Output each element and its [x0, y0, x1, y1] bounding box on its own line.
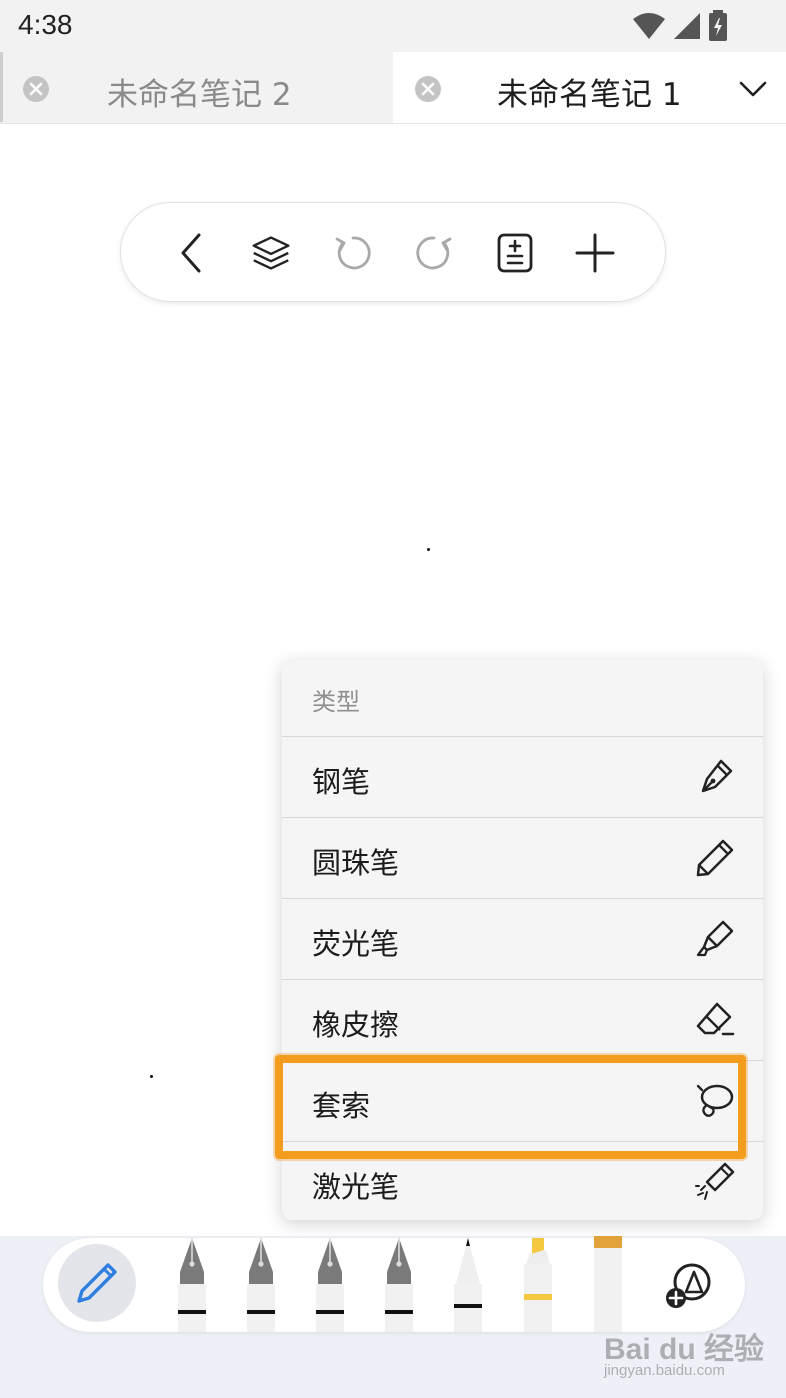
- battery-icon: [709, 10, 727, 41]
- tab-title: 未命名笔记 1: [497, 77, 682, 113]
- highlighter-yellow-tool[interactable]: [520, 1236, 556, 1332]
- menu-item-label: 荧光笔: [312, 927, 400, 961]
- ink-dot: [150, 1075, 153, 1078]
- watermark-url: jingyan.baidu.com: [604, 1362, 725, 1379]
- tab-title: 未命名笔记 2: [107, 77, 292, 113]
- laser-pointer-icon: [695, 1162, 735, 1200]
- tab-note-1[interactable]: 未命名笔记 1: [393, 52, 786, 124]
- menu-item-eraser[interactable]: 橡皮擦: [282, 979, 763, 1060]
- cell-signal-icon: [674, 13, 700, 39]
- page-add-icon[interactable]: [495, 233, 535, 273]
- fountain-pen-tool[interactable]: [174, 1236, 210, 1332]
- insert-shape-icon[interactable]: [664, 1258, 716, 1310]
- layers-icon[interactable]: [251, 233, 291, 273]
- ink-dot: [427, 548, 430, 551]
- lasso-highlight-frame: [275, 1055, 746, 1159]
- divider: [0, 123, 786, 124]
- fountain-pen-tool[interactable]: [243, 1236, 279, 1332]
- close-icon[interactable]: [415, 76, 441, 102]
- fountain-pen-tool[interactable]: [381, 1236, 417, 1332]
- fountain-pen-icon: [701, 759, 733, 793]
- menu-item-label: 橡皮擦: [312, 1008, 400, 1042]
- menu-item-label: 钢笔: [312, 765, 371, 799]
- ballpoint-pen-icon: [696, 839, 734, 877]
- wifi-icon: [633, 13, 665, 39]
- highlighter-orange-tool[interactable]: [590, 1236, 626, 1332]
- menu-item-fountain-pen[interactable]: 钢笔: [282, 736, 763, 817]
- menu-header: 类型: [282, 660, 763, 736]
- status-time: 4:38: [18, 9, 73, 40]
- redo-icon[interactable]: [414, 233, 454, 273]
- eraser-icon: [696, 1002, 735, 1036]
- menu-item-label: 圆珠笔: [312, 846, 400, 880]
- canvas-toolbar: [120, 202, 666, 302]
- fountain-pen-tool[interactable]: [312, 1236, 348, 1332]
- status-bar: 4:38: [0, 0, 786, 52]
- menu-item-ballpoint-pen[interactable]: 圆珠笔: [282, 817, 763, 898]
- tab-note-2[interactable]: 未命名笔记 2: [0, 52, 393, 122]
- status-icons: [632, 10, 728, 42]
- highlighter-icon: [696, 920, 734, 957]
- tab-bar: 未命名笔记 2 未命名笔记 1: [0, 52, 786, 124]
- menu-title: 类型: [312, 688, 360, 716]
- add-icon[interactable]: [575, 233, 615, 273]
- menu-item-label: 激光笔: [312, 1170, 400, 1204]
- menu-item-highlighter[interactable]: 荧光笔: [282, 898, 763, 979]
- back-icon[interactable]: [173, 233, 213, 273]
- chevron-down-icon[interactable]: [738, 74, 768, 104]
- close-icon[interactable]: [23, 76, 49, 102]
- undo-icon[interactable]: [333, 233, 373, 273]
- pencil-icon[interactable]: [74, 1260, 120, 1306]
- marker-pen-tool[interactable]: [450, 1236, 486, 1332]
